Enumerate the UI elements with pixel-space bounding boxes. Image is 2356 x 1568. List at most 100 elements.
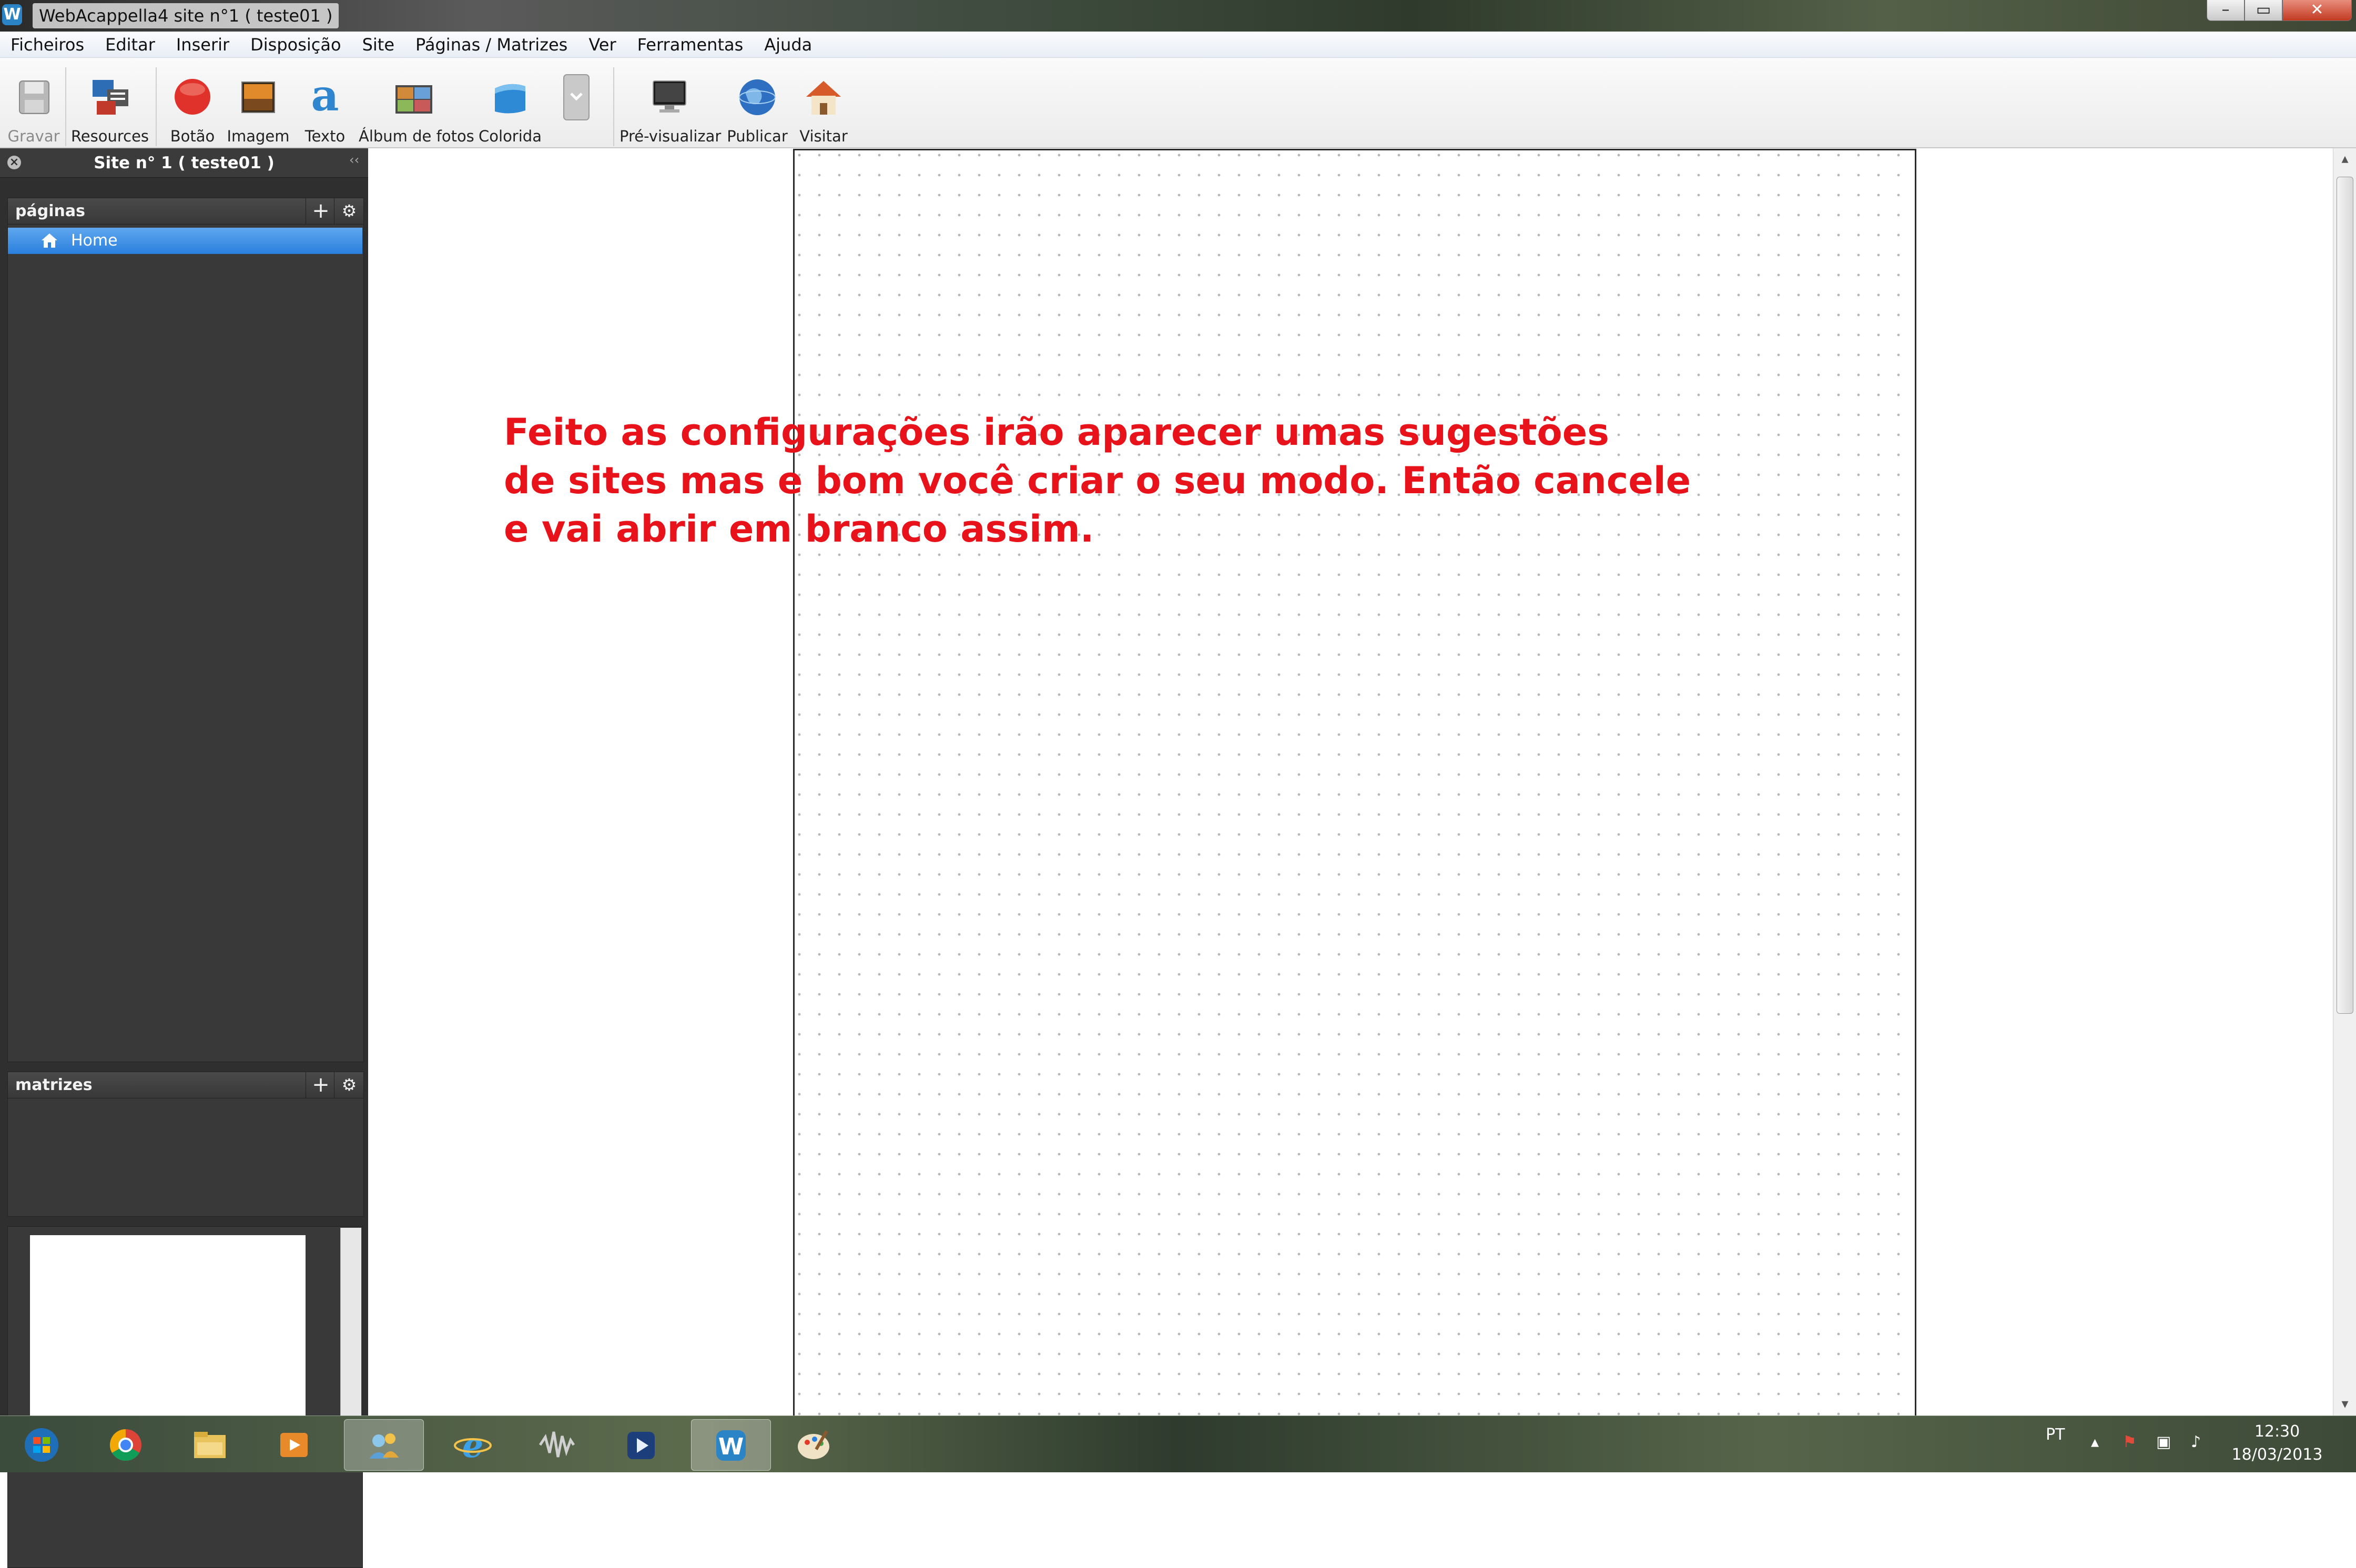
chrome-icon bbox=[109, 1429, 141, 1461]
menu-editar[interactable]: Editar bbox=[95, 32, 166, 58]
menu-ferramentas[interactable]: Ferramentas bbox=[627, 32, 754, 58]
clock-time: 12:30 bbox=[2254, 1422, 2300, 1441]
photo-album-tool[interactable]: Álbum de fotos bbox=[359, 68, 474, 147]
matrices-list bbox=[7, 1098, 364, 1217]
matrix-settings-gear-icon[interactable]: ⚙ bbox=[334, 1072, 364, 1098]
button-tool-label: Botão bbox=[170, 127, 215, 145]
windows-start-icon bbox=[25, 1428, 58, 1462]
taskbar-file-explorer[interactable] bbox=[170, 1419, 249, 1470]
page-settings-gear-icon[interactable]: ⚙ bbox=[334, 198, 364, 225]
menu-bar: Ficheiros Editar Inserir Disposição Site… bbox=[0, 32, 2356, 58]
scroll-down-arrow-icon[interactable]: ▾ bbox=[2333, 1393, 2356, 1414]
window-title: WebAcappella4 site n°1 ( teste01 ) bbox=[33, 3, 339, 28]
resources-label: Resources bbox=[70, 127, 149, 145]
annotation-line: Feito as configurações irão aparecer uma… bbox=[504, 411, 1609, 454]
internet-explorer-icon: e bbox=[454, 1427, 492, 1463]
system-clock[interactable]: 12:30 18/03/2013 bbox=[2230, 1420, 2324, 1467]
photo-album-icon bbox=[395, 85, 432, 114]
chevron-down-icon bbox=[563, 74, 590, 120]
taskbar-paint[interactable] bbox=[775, 1419, 854, 1470]
matrices-section-header: matrizes + ⚙ bbox=[7, 1072, 364, 1099]
photo-album-label: Álbum de fotos bbox=[359, 127, 474, 145]
thumbnail-scrollbar[interactable] bbox=[340, 1228, 361, 1417]
media-player-icon bbox=[280, 1433, 308, 1457]
add-matrix-button[interactable]: + bbox=[306, 1072, 336, 1098]
network-icon[interactable]: ▣ bbox=[2156, 1433, 2171, 1451]
input-language[interactable]: PT bbox=[2046, 1426, 2065, 1444]
colored-tool-label: Colorida bbox=[479, 127, 542, 145]
page-design-area[interactable] bbox=[793, 149, 1916, 1416]
image-tool[interactable]: Imagem bbox=[225, 68, 291, 147]
menu-site[interactable]: Site bbox=[352, 32, 405, 58]
more-tools-dropdown[interactable] bbox=[560, 68, 593, 147]
scrollbar-thumb[interactable] bbox=[2337, 177, 2353, 1014]
taskbar-audio-app[interactable] bbox=[517, 1419, 596, 1470]
pages-section-header: páginas + ⚙ bbox=[7, 198, 364, 225]
action-center-flag-icon[interactable]: ⚑ bbox=[2123, 1433, 2137, 1451]
folder-icon bbox=[194, 1432, 226, 1458]
text-tool[interactable]: a Texto bbox=[294, 68, 356, 147]
menu-inserir[interactable]: Inserir bbox=[166, 32, 240, 58]
page-thumbnail-panel bbox=[7, 1226, 363, 1568]
close-button[interactable]: ✕ bbox=[2282, 0, 2352, 21]
red-circle-button-icon bbox=[175, 79, 210, 115]
resources-button[interactable]: Resources bbox=[70, 68, 149, 147]
taskbar-video-app[interactable] bbox=[602, 1419, 681, 1470]
maximize-button[interactable]: ▭ bbox=[2245, 0, 2282, 21]
canvas-vertical-scrollbar[interactable]: ▴ ▾ bbox=[2333, 148, 2356, 1416]
show-hidden-icons-icon[interactable]: ▴ bbox=[2091, 1433, 2099, 1451]
collapse-panel-icon[interactable]: ‹‹ bbox=[349, 152, 359, 167]
taskbar-internet-explorer[interactable]: e bbox=[433, 1419, 512, 1470]
house-icon bbox=[806, 81, 841, 115]
toolbar-separator bbox=[65, 67, 66, 146]
app-logo-icon: W bbox=[2, 4, 22, 25]
svg-text:W: W bbox=[718, 1433, 744, 1460]
taskbar-app-people[interactable] bbox=[344, 1419, 424, 1471]
page-item-label: Home bbox=[71, 231, 118, 250]
toolbar-separator bbox=[613, 67, 614, 146]
taskbar-media-player[interactable] bbox=[255, 1419, 333, 1470]
add-page-button[interactable]: + bbox=[306, 198, 336, 225]
image-icon bbox=[241, 82, 275, 113]
paint-palette-icon bbox=[798, 1430, 829, 1459]
site-title: Site n° 1 ( teste01 ) bbox=[94, 154, 275, 172]
button-tool[interactable]: Botão bbox=[162, 68, 223, 147]
webacappella-icon: W bbox=[716, 1430, 746, 1461]
taskbar-webacappella[interactable]: W bbox=[691, 1419, 771, 1471]
annotation-line: de sites mas e bom você criar o seu modo… bbox=[504, 459, 1691, 502]
taskbar: e W PT ▴ ⚑ ▣ ♪ 12:30 18/03/2013 bbox=[0, 1416, 2356, 1472]
play-circle-icon bbox=[627, 1432, 655, 1459]
matrices-section-label: matrizes bbox=[15, 1076, 93, 1094]
taskbar-chrome[interactable] bbox=[86, 1419, 165, 1470]
clock-date: 18/03/2013 bbox=[2231, 1445, 2323, 1464]
pages-section-label: páginas bbox=[15, 202, 85, 220]
start-button[interactable] bbox=[2, 1419, 81, 1470]
colored-tool[interactable]: Colorida bbox=[473, 68, 547, 147]
site-sidebar: × Site n° 1 ( teste01 ) ‹‹ páginas + ⚙ H… bbox=[0, 148, 368, 1568]
menu-paginas-matrizes[interactable]: Páginas / Matrizes bbox=[405, 32, 578, 58]
minimize-button[interactable]: – bbox=[2207, 0, 2245, 21]
people-icon bbox=[369, 1433, 399, 1459]
page-item-home[interactable]: Home bbox=[8, 228, 362, 254]
menu-ajuda[interactable]: Ajuda bbox=[754, 32, 822, 58]
text-a-icon: a bbox=[311, 74, 339, 121]
scroll-up-arrow-icon[interactable]: ▴ bbox=[2333, 148, 2356, 169]
pages-list: Home bbox=[7, 224, 364, 1062]
menu-disposicao[interactable]: Disposição bbox=[240, 32, 351, 58]
menu-ficheiros[interactable]: Ficheiros bbox=[0, 32, 95, 58]
home-icon bbox=[42, 233, 57, 248]
volume-icon[interactable]: ♪ bbox=[2191, 1433, 2201, 1451]
preview-button[interactable]: Pré-visualizar bbox=[620, 68, 722, 147]
audio-wave-icon bbox=[539, 1431, 575, 1458]
svg-text:e: e bbox=[462, 1427, 484, 1463]
publish-button[interactable]: Publicar bbox=[725, 68, 790, 147]
visit-button[interactable]: Visitar bbox=[793, 68, 854, 147]
page-thumbnail[interactable] bbox=[30, 1235, 306, 1445]
preview-label: Pré-visualizar bbox=[620, 127, 722, 145]
blue-box-icon bbox=[495, 84, 525, 114]
toolbar: Gravar Resources Botão Imagem a Texto Ál… bbox=[0, 58, 2356, 148]
title-bar: W WebAcappella4 site n°1 ( teste01 ) – ▭… bbox=[0, 0, 2356, 32]
menu-ver[interactable]: Ver bbox=[578, 32, 626, 58]
save-button[interactable]: Gravar bbox=[7, 68, 60, 147]
monitor-icon bbox=[653, 80, 686, 113]
